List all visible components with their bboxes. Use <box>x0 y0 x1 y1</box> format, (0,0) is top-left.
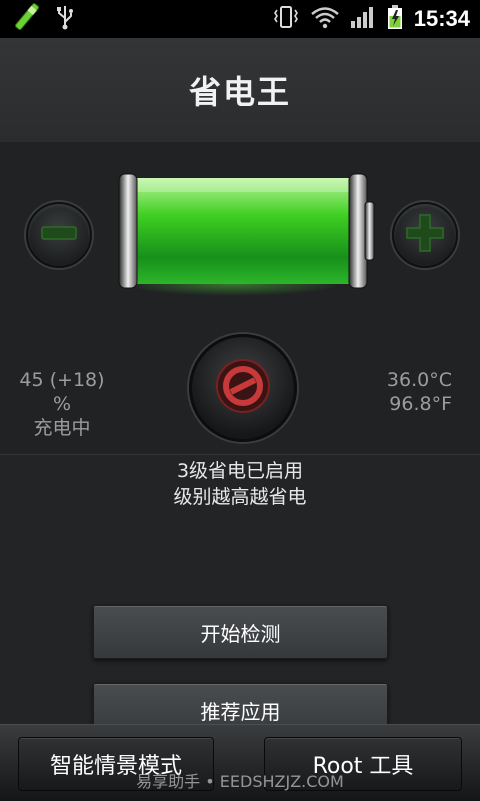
power-save-icon <box>213 356 273 420</box>
battery-charging-icon <box>386 4 404 34</box>
status-bar: 15:34 <box>0 0 480 38</box>
temperature-fahrenheit: 96.8°F <box>389 393 452 415</box>
watermark: 易享助手 • EEDSHZJZ.COM <box>136 772 344 791</box>
level-status-text: 3级省电已启用 <box>176 460 304 482</box>
vibrate-icon <box>272 4 300 34</box>
start-check-button[interactable]: 开始检测 <box>93 605 388 659</box>
page-title: 省电王 <box>188 73 291 111</box>
usb-icon <box>54 4 76 34</box>
temperature-stats: 36.0°C 96.8°F <box>387 368 452 416</box>
level-hint-text: 级别越高越省电 <box>173 486 307 508</box>
status-clock: 15:34 <box>413 6 470 31</box>
plus-icon <box>405 213 445 257</box>
title-bar: 省电王 <box>0 38 480 143</box>
wifi-icon <box>310 5 340 33</box>
signal-icon <box>350 5 376 33</box>
app-pencil-icon <box>12 3 40 35</box>
temperature-celsius: 36.0°C <box>386 369 452 391</box>
battery-stats: 45 (+18) % 充电中 <box>10 368 114 440</box>
minus-icon <box>41 225 77 245</box>
charging-status: 充电中 <box>33 417 91 439</box>
battery-percent: 45 (+18) % <box>19 369 105 415</box>
power-save-toggle-button[interactable] <box>189 334 297 442</box>
level-info: 3级省电已启用 级别越高越省电 <box>0 458 480 510</box>
increase-level-button[interactable] <box>392 202 458 268</box>
battery-graphic <box>113 172 375 296</box>
decrease-level-button[interactable] <box>26 202 92 268</box>
